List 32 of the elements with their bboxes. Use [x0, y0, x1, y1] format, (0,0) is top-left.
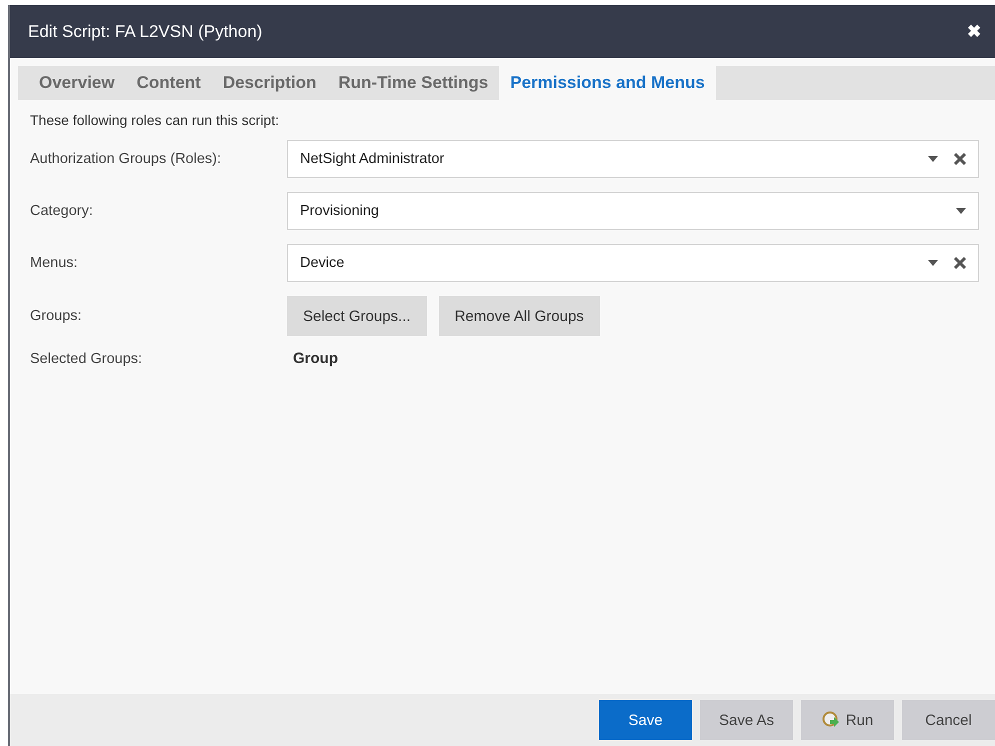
close-button[interactable]: ✖ — [967, 21, 981, 42]
footer-button[interactable]: Save — [599, 700, 692, 740]
dropdown-field[interactable]: NetSight Administrator — [287, 140, 979, 178]
dropdown-caret-icon[interactable] — [928, 260, 938, 266]
intro-text: These following roles can run this script: — [30, 112, 280, 128]
field-value: Provisioning — [300, 203, 380, 219]
run-button[interactable]: Run — [801, 700, 894, 740]
tab[interactable]: Overview — [28, 66, 126, 100]
clear-icon[interactable] — [954, 257, 966, 269]
tab[interactable]: Run-Time Settings — [327, 66, 500, 100]
dropdown-field[interactable]: Device — [287, 244, 979, 282]
field-label: Groups: — [30, 308, 83, 324]
dropdown-caret-icon[interactable] — [928, 156, 938, 162]
field-value: NetSight Administrator — [300, 151, 446, 167]
dropdown-field[interactable]: Provisioning — [287, 192, 979, 230]
dropdown-caret-icon[interactable] — [956, 208, 966, 214]
field-label: Selected Groups: — [30, 350, 144, 366]
footer-button[interactable]: Cancel — [902, 700, 995, 740]
field-value: Device — [300, 255, 346, 271]
run-icon — [822, 711, 840, 729]
footer-button[interactable]: Save As — [700, 700, 793, 740]
groups-button[interactable]: Select Groups... — [287, 296, 427, 336]
column-header: Group — [292, 350, 339, 367]
tab[interactable]: Content — [126, 66, 212, 100]
field-label: Menus: — [30, 255, 79, 271]
tab[interactable]: Description — [212, 66, 328, 100]
clear-icon[interactable] — [954, 153, 966, 165]
field-label: Category: — [30, 203, 94, 219]
field-label: Authorization Groups (Roles): — [30, 151, 222, 167]
tab[interactable]: Permissions and Menus — [499, 66, 716, 100]
window-title: Edit Script: FA L2VSN (Python) — [28, 22, 262, 42]
groups-button[interactable]: Remove All Groups — [438, 296, 600, 336]
